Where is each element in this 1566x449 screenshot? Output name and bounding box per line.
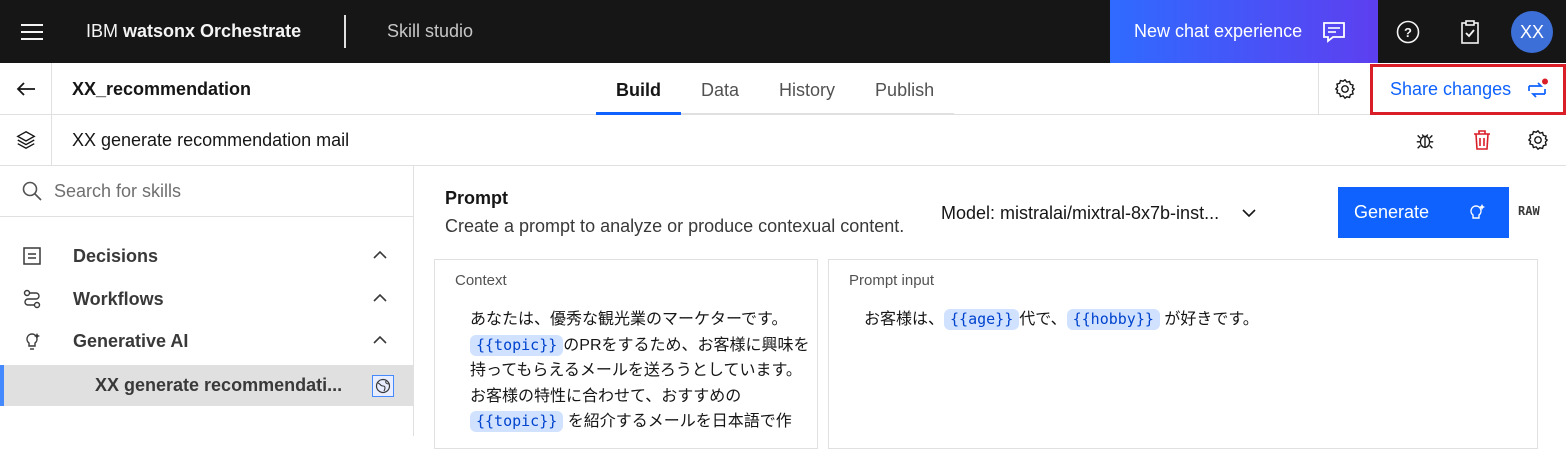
delete-button[interactable] (1456, 115, 1508, 165)
project-tabs: Build Data History Publish (596, 63, 955, 115)
decision-icon (23, 247, 41, 265)
variable-chip[interactable]: {{age}} (944, 309, 1020, 330)
tab-build[interactable]: Build (596, 63, 681, 115)
context-label: Context (455, 272, 507, 289)
skill-item-selected[interactable]: XX generate recommendati... (0, 365, 413, 406)
search-placeholder: Search for skills (54, 180, 182, 201)
raw-toggle[interactable]: RAW (1518, 204, 1540, 218)
category-label: Workflows (73, 288, 164, 309)
help-icon: ? (1396, 20, 1420, 43)
layers-button[interactable] (0, 115, 52, 165)
model-dropdown[interactable]: Model: mistralai/mixtral-8x7b-inst... (941, 200, 1257, 226)
user-avatar[interactable]: XX (1511, 11, 1553, 53)
debug-icon (1416, 134, 1434, 149)
model-label: Model: mistralai/mixtral-8x7b-inst... (941, 202, 1220, 223)
tab-data[interactable]: Data (681, 63, 760, 115)
workflow-icon (23, 289, 41, 309)
top-navigation-bar: IBM watsonx Orchestrate Skill studio New… (0, 0, 1566, 63)
arrow-left-icon (16, 82, 35, 96)
prompt-input-textarea[interactable]: お客様は、 {{age}} 代で、 {{hobby}} が好きです。 (864, 307, 1259, 333)
debug-button[interactable] (1399, 115, 1451, 165)
prompt-text: お客様は、 (864, 311, 945, 328)
gear-icon (1527, 129, 1549, 151)
search-icon (22, 181, 42, 201)
project-title: XX_recommendation (72, 79, 252, 99)
context-panel: Context あなたは、優秀な観光業のマーケターです。 {{topic}} のP… (434, 259, 818, 449)
context-line: {{topic}} のPRをするため、お客様に興味を (470, 333, 820, 359)
brand-name: watsonx Orchestrate (123, 21, 302, 41)
brand-divider (344, 15, 346, 48)
variable-chip[interactable]: {{hobby}} (1066, 309, 1160, 330)
new-chat-experience-button[interactable]: New chat experience (1110, 0, 1378, 63)
sync-changes-icon (1528, 78, 1549, 98)
category-label: Generative AI (73, 330, 189, 351)
chat-icon (1323, 21, 1345, 43)
brand-prefix: IBM (86, 21, 119, 41)
context-text: を紹介するメールを日本語で作 (567, 413, 792, 431)
variable-chip[interactable]: {{topic}} (470, 411, 564, 433)
share-changes-button[interactable]: Share changes (1370, 64, 1566, 115)
skill-toolbar: XX generate recommendation mail (0, 115, 1566, 166)
ai-bulb-icon (1470, 204, 1485, 219)
product-brand[interactable]: IBM watsonx Orchestrate (86, 0, 301, 63)
skills-sidebar: Search for skills Decisions Workflows Ge… (0, 166, 414, 436)
share-changes-label: Share changes (1390, 79, 1512, 99)
ai-bulb-icon (26, 333, 40, 350)
trash-icon (1474, 130, 1490, 150)
back-button[interactable] (0, 63, 52, 115)
app-name: Skill studio (387, 21, 474, 41)
globe-icon (372, 375, 394, 397)
prompt-description: Create a prompt to analyze or produce co… (445, 216, 905, 236)
project-settings-button[interactable] (1318, 63, 1370, 115)
skill-settings-button[interactable] (1512, 115, 1564, 165)
context-text: のPRをするため、お客様に興味を (563, 336, 810, 354)
skill-item-label: XX generate recommendati... (95, 375, 343, 395)
prompt-text: 代で、 (1019, 311, 1067, 328)
context-textarea[interactable]: あなたは、優秀な観光業のマーケターです。 {{topic}} のPRをするため、お… (470, 307, 820, 435)
generate-button[interactable]: Generate (1338, 187, 1509, 238)
variable-chip[interactable]: {{topic}} (470, 334, 564, 356)
new-chat-label: New chat experience (1134, 21, 1303, 41)
layers-icon (15, 130, 36, 150)
context-line: あなたは、優秀な観光業のマーケターです。 (470, 311, 788, 328)
svg-text:?: ? (1404, 25, 1412, 40)
prompt-input-label: Prompt input (849, 272, 935, 289)
context-line: 持ってもらえるメールを送ろうとしています。 (470, 362, 802, 380)
help-button[interactable]: ? (1378, 0, 1438, 63)
prompt-text: が好きです。 (1164, 311, 1259, 328)
tab-history[interactable]: History (759, 63, 856, 115)
gear-icon (1334, 78, 1355, 100)
category-label: Decisions (73, 245, 159, 266)
category-decisions[interactable]: Decisions (0, 235, 413, 277)
hamburger-menu-icon (20, 23, 43, 40)
project-header: XX_recommendation Build Data History Pub… (0, 63, 1566, 115)
search-input[interactable]: Search for skills (0, 166, 413, 217)
chevron-up-icon (373, 293, 387, 302)
chevron-up-icon (373, 250, 387, 259)
clipboard-check-icon (1461, 19, 1479, 44)
chevron-up-icon (373, 335, 387, 344)
chevron-down-icon (1242, 209, 1256, 218)
category-generative-ai[interactable]: Generative AI (0, 320, 413, 362)
context-line: {{topic}} を紹介するメールを日本語で作 (470, 409, 820, 435)
generate-label: Generate (1354, 202, 1430, 222)
prompt-title: Prompt (445, 188, 508, 208)
context-line: お客様の特性に合わせて、おすすめの (470, 387, 742, 405)
hamburger-menu-button[interactable] (0, 0, 63, 63)
prompt-input-panel: Prompt input お客様は、 {{age}} 代で、 {{hobby}} が好… (828, 259, 1538, 449)
skill-title: XX generate recommendation mail (72, 130, 350, 150)
tab-publish[interactable]: Publish (855, 63, 955, 115)
category-workflows[interactable]: Workflows (0, 278, 413, 320)
tasks-button[interactable] (1440, 0, 1500, 63)
